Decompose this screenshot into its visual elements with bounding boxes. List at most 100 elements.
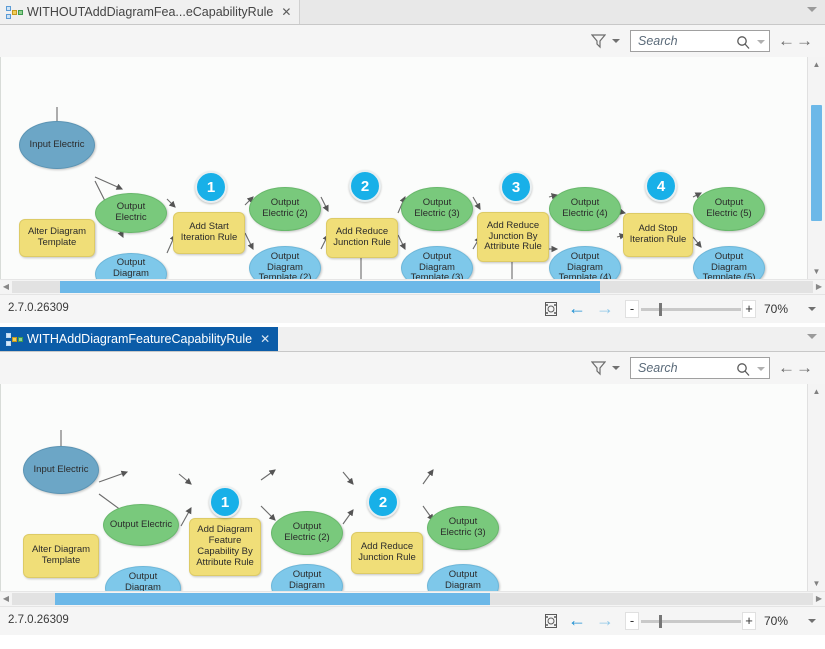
zoom-dropdown-icon[interactable] xyxy=(808,307,816,311)
diagram-node-oe2[interactable]: Output Electric (2) xyxy=(249,187,321,231)
diagram-node-odt4[interactable]: Output Diagram Template (4) xyxy=(549,246,621,279)
diagram-node-label: Output Electric (5) xyxy=(694,198,764,220)
search-placeholder: Search xyxy=(638,361,678,375)
scroll-right-icon[interactable]: ▶ xyxy=(814,594,824,604)
vertical-scrollbar-top[interactable]: ▲ ▼ xyxy=(807,57,825,279)
tab-withadddiagramfeaturecapabilityrule[interactable]: WITHAddDiagramFeatureCapabilityRule ✕ xyxy=(0,327,278,351)
filter-icon[interactable] xyxy=(591,33,606,49)
search-input[interactable]: Search xyxy=(630,30,770,52)
diagram-node-oe2[interactable]: Output Electric (2) xyxy=(271,511,343,555)
scroll-down-icon[interactable]: ▼ xyxy=(808,264,825,279)
diagram-canvas-top[interactable]: Input ElectricAlter Diagram TemplateOutp… xyxy=(0,57,825,279)
diagram-node-oe1[interactable]: Output Electric xyxy=(95,193,167,233)
diagram-node-oe3[interactable]: Output Electric (3) xyxy=(427,506,499,550)
zoom-out-button[interactable]: - xyxy=(625,612,639,630)
tab-label: WITHOUTAddDiagramFea...eCapabilityRule xyxy=(27,5,273,19)
zoom-dropdown-icon[interactable] xyxy=(808,619,816,623)
search-dropdown-icon[interactable] xyxy=(757,40,765,44)
diagram-node-r1[interactable]: Add Diagram Feature Capability By Attrib… xyxy=(189,518,261,576)
scroll-left-icon[interactable]: ◀ xyxy=(1,282,11,292)
step-badge-1: 1 xyxy=(195,171,227,203)
chevron-down-icon[interactable] xyxy=(807,334,817,339)
zoom-slider-handle[interactable] xyxy=(659,303,662,316)
horizontal-scroll-thumb[interactable] xyxy=(60,281,600,293)
filter-icon[interactable] xyxy=(591,360,606,376)
close-icon[interactable]: ✕ xyxy=(260,333,270,345)
chevron-down-icon[interactable] xyxy=(807,7,817,12)
zoom-to-fit-icon[interactable] xyxy=(543,613,559,629)
zoom-out-button[interactable]: - xyxy=(625,300,639,318)
diagram-template-icon xyxy=(6,6,21,19)
diagram-node-oe5[interactable]: Output Electric (5) xyxy=(693,187,765,231)
zoom-to-fit-icon[interactable] xyxy=(543,301,559,317)
scroll-right-icon[interactable]: ▶ xyxy=(814,282,824,292)
diagram-node-in1[interactable]: Input Electric xyxy=(19,121,95,169)
diagram-node-oe1[interactable]: Output Electric xyxy=(103,504,179,546)
horizontal-scrollbar-bottom[interactable]: ◀ ▶ xyxy=(0,591,825,606)
diagram-node-alter[interactable]: Alter Diagram Template xyxy=(23,534,99,578)
statusbar-top: 2.7.0.26309 ← → - + 70% xyxy=(0,294,825,323)
vertical-scroll-thumb[interactable] xyxy=(811,105,822,221)
tab-label: WITHAddDiagramFeatureCapabilityRule xyxy=(27,332,252,346)
horizontal-scrollbar-top[interactable]: ◀ ▶ xyxy=(0,279,825,294)
diagram-node-r4[interactable]: Add Stop Iteration Rule xyxy=(623,213,693,257)
diagram-node-oe3[interactable]: Output Electric (3) xyxy=(401,187,473,231)
diagram-panel-top: WITHOUTAddDiagramFea...eCapabilityRule ✕… xyxy=(0,0,825,323)
diagram-node-label: Output Electric (2) xyxy=(272,522,342,544)
horizontal-scroll-thumb[interactable] xyxy=(55,593,490,605)
forward-arrow-icon[interactable]: → xyxy=(796,32,813,49)
zoom-forward-icon[interactable]: → xyxy=(596,611,614,629)
tab-withoutadddiagramfeaturecapabilityrule[interactable]: WITHOUTAddDiagramFea...eCapabilityRule ✕ xyxy=(0,0,300,24)
scroll-left-icon[interactable]: ◀ xyxy=(1,594,11,604)
forward-arrow-icon[interactable]: → xyxy=(796,359,813,376)
diagram-node-label: Output Diagram Template (3) xyxy=(402,252,472,279)
diagram-node-odt2[interactable]: Output Diagram Template (2) xyxy=(249,246,321,279)
tabstrip-top: WITHOUTAddDiagramFea...eCapabilityRule ✕ xyxy=(0,0,825,25)
zoom-back-icon[interactable]: ← xyxy=(568,299,586,317)
close-icon[interactable]: ✕ xyxy=(281,6,291,18)
zoom-slider[interactable] xyxy=(641,308,741,311)
diagram-node-label: Output Diagram Template xyxy=(96,258,166,279)
vertical-scrollbar-bottom[interactable]: ▲ ▼ xyxy=(807,384,825,591)
diagram-node-odt3[interactable]: Output Diagram Template (3) xyxy=(401,246,473,279)
filter-dropdown-icon[interactable] xyxy=(612,39,620,43)
diagram-node-odt5[interactable]: Output Diagram Template (5) xyxy=(693,246,765,279)
search-dropdown-icon[interactable] xyxy=(757,367,765,371)
diagram-node-odt1[interactable]: Output Diagram Template xyxy=(95,253,167,279)
zoom-in-button[interactable]: + xyxy=(742,300,756,318)
diagram-node-r2[interactable]: Add Reduce Junction Rule xyxy=(351,532,423,574)
diagram-node-in1[interactable]: Input Electric xyxy=(23,446,99,494)
zoom-slider[interactable] xyxy=(641,620,741,623)
diagram-node-alter[interactable]: Alter Diagram Template xyxy=(19,219,95,257)
zoom-in-button[interactable]: + xyxy=(742,612,756,630)
scroll-down-icon[interactable]: ▼ xyxy=(808,576,825,591)
filter-dropdown-icon[interactable] xyxy=(612,366,620,370)
search-placeholder: Search xyxy=(638,34,678,48)
diagram-node-odt1[interactable]: Output Diagram Template xyxy=(105,566,181,591)
search-icon[interactable] xyxy=(736,362,750,379)
zoom-level-label: 70% xyxy=(764,614,788,628)
diagram-node-r1[interactable]: Add Start Iteration Rule xyxy=(173,212,245,254)
diagram-node-label: Output Diagram Template (4) xyxy=(550,252,620,279)
diagram-node-r3[interactable]: Add Reduce Junction By Attribute Rule xyxy=(477,212,549,262)
diagram-node-label: Output Diagram Template (5) xyxy=(694,252,764,279)
diagram-canvas-bottom[interactable]: Input ElectricAlter Diagram TemplateOutp… xyxy=(0,384,825,591)
search-input[interactable]: Search xyxy=(630,357,770,379)
search-icon[interactable] xyxy=(736,35,750,52)
zoom-forward-icon[interactable]: → xyxy=(596,299,614,317)
diagram-node-r2[interactable]: Add Reduce Junction Rule xyxy=(326,218,398,258)
step-badge-2: 2 xyxy=(367,486,399,518)
diagram-node-oe4[interactable]: Output Electric (4) xyxy=(549,187,621,231)
diagram-node-odt2[interactable]: Output Diagram Template (2) xyxy=(271,564,343,591)
diagram-node-label: Output Diagram Template (2) xyxy=(250,252,320,279)
scroll-up-icon[interactable]: ▲ xyxy=(808,57,825,72)
diagram-node-odt3[interactable]: Output Diagram Template (3) xyxy=(427,564,499,591)
diagram-node-label: Add Reduce Junction Rule xyxy=(352,542,422,564)
diagram-node-label: Output Electric (4) xyxy=(550,198,620,220)
scroll-up-icon[interactable]: ▲ xyxy=(808,384,825,399)
back-arrow-icon[interactable]: ← xyxy=(778,359,795,376)
diagram-node-label: Output Electric (3) xyxy=(402,198,472,220)
zoom-back-icon[interactable]: ← xyxy=(568,611,586,629)
back-arrow-icon[interactable]: ← xyxy=(778,32,795,49)
zoom-slider-handle[interactable] xyxy=(659,615,662,628)
